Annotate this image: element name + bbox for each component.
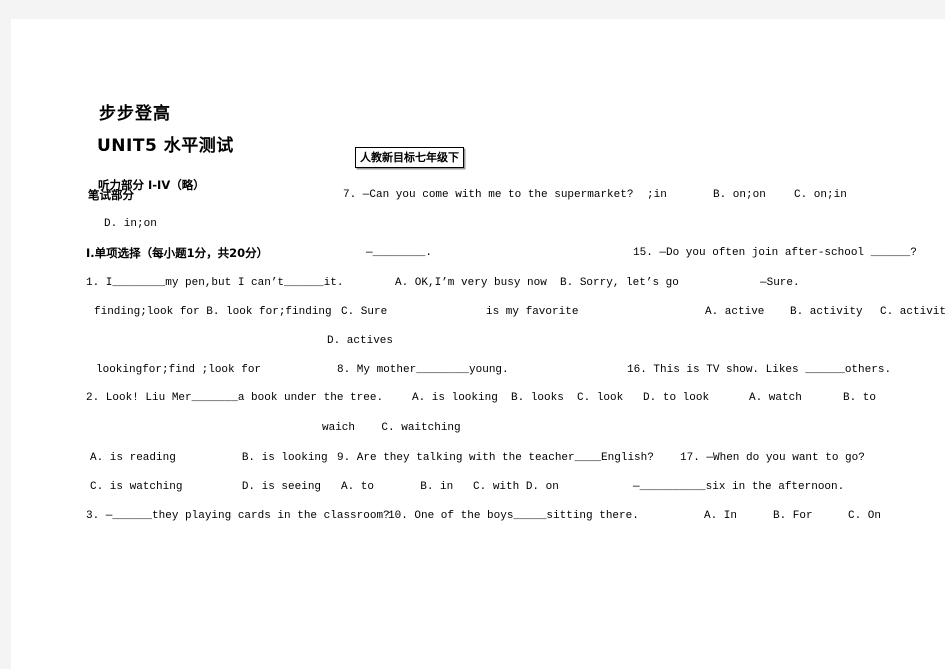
- text-run: 3. —______they playing cards in the clas…: [86, 510, 390, 522]
- document-brand: 步步登高: [99, 104, 171, 124]
- text-run: 2. Look! Liu Mer_______a book under the …: [86, 392, 384, 404]
- text-run: A. OK,I’m very busy now B. Sorry, let’s …: [395, 277, 679, 289]
- text-run: B. to: [843, 392, 877, 404]
- text-run: is my favorite: [486, 306, 579, 318]
- text-run: waich C. waitching: [322, 422, 461, 434]
- text-run: D. actives: [327, 335, 394, 347]
- text-run: —________.: [366, 247, 433, 259]
- text-run: finding;look for B. look for;finding: [94, 306, 332, 318]
- text-run: 8. My mother________young.: [337, 364, 509, 376]
- text-run: I.单项选择（每小题1分，共20分）: [86, 246, 269, 260]
- text-run: C. is watching D. is seeing: [90, 481, 322, 493]
- page-title: UNIT5 水平测试: [97, 136, 234, 156]
- text-run: lookingfor;find ;look for: [96, 364, 262, 376]
- text-run: 笔试部分: [88, 188, 134, 202]
- text-run: A. is looking B. looks C. look D. to loo…: [412, 392, 710, 404]
- text-run: A. watch: [749, 392, 802, 404]
- text-run: —__________six in the afternoon.: [633, 481, 845, 493]
- text-run: 9. Are they talking with the teacher____…: [337, 452, 654, 464]
- text-run: 16. This is TV show. Likes ______others.: [627, 364, 892, 376]
- edition-stamp: 人教新目标七年级下: [355, 147, 464, 168]
- text-run: C. On: [848, 510, 882, 522]
- text-run: 10. One of the boys_____sitting there.: [388, 510, 639, 522]
- text-run: 17. —When do you want to go?: [680, 452, 865, 464]
- text-run: A. to B. in C. with D. on: [341, 481, 559, 493]
- text-run: ;in: [647, 189, 667, 201]
- text-run: 15. —Do you often join after-school ____…: [633, 247, 917, 259]
- text-run: 1. I________my pen,but I can’t______it.: [86, 277, 344, 289]
- document-page: 步步登高 UNIT5 水平测试 人教新目标七年级下 听力部分 I-IV（略） 笔…: [11, 19, 945, 669]
- text-run: C. on;in: [794, 189, 847, 201]
- text-run: C. Sure: [341, 306, 388, 318]
- text-run: B. on;on: [713, 189, 766, 201]
- text-run: D. in;on: [104, 218, 157, 230]
- text-run: A. active: [705, 306, 765, 318]
- text-run: —Sure.: [760, 277, 800, 289]
- text-run: 7. —Can you come with me to the supermar…: [343, 189, 634, 201]
- text-run: A. is reading B. is looking: [90, 452, 328, 464]
- text-run: B. For: [773, 510, 813, 522]
- text-run: A. In: [704, 510, 738, 522]
- text-run: B. activity: [790, 306, 863, 318]
- text-run: C. activities: [880, 306, 945, 318]
